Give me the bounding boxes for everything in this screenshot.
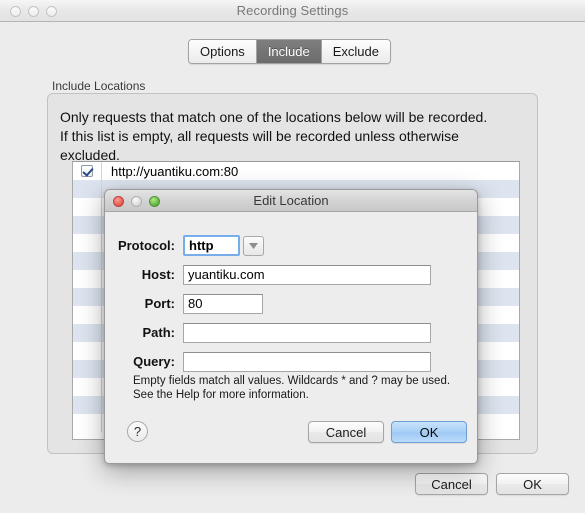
row-checkbox-cell [73, 324, 102, 342]
row-checkbox[interactable] [81, 165, 93, 177]
edit-location-dialog: Edit Location Protocol: http Host: yuant… [104, 189, 478, 464]
row-checkbox-cell[interactable] [73, 162, 102, 180]
protocol-label: Protocol: [117, 238, 175, 253]
row-checkbox-cell [73, 180, 102, 198]
port-row: Port: 80 [105, 293, 263, 314]
window-titlebar: Recording Settings [0, 0, 585, 22]
host-row: Host: yuantiku.com [105, 264, 431, 285]
query-input[interactable] [183, 351, 431, 372]
window-title: Recording Settings [236, 3, 349, 18]
include-description-line-2: If this list is empty, all requests will… [60, 128, 459, 144]
chevron-down-icon[interactable] [243, 235, 264, 256]
dialog-cancel-button[interactable]: Cancel [308, 421, 384, 443]
dialog-hint-line-1: Empty fields match all values. Wildcards… [133, 375, 451, 387]
path-label: Path: [142, 325, 176, 340]
port-label: Port: [144, 296, 175, 311]
dialog-hint: Empty fields match all values. Wildcards… [133, 374, 450, 402]
row-checkbox-cell [73, 216, 102, 234]
row-checkbox-cell [73, 378, 102, 396]
protocol-combobox[interactable]: http [183, 235, 264, 256]
query-label: Query: [133, 354, 175, 369]
row-checkbox-cell [73, 306, 102, 324]
include-description-line-1: Only requests that match one of the loca… [60, 109, 488, 125]
settings-tabbar: Options Include Exclude [188, 39, 391, 64]
host-label: Host: [141, 267, 175, 282]
row-checkbox-cell [73, 396, 102, 414]
protocol-input[interactable]: http [183, 235, 240, 256]
row-checkbox-cell [73, 252, 102, 270]
dialog-titlebar: Edit Location [105, 190, 477, 212]
row-checkbox-cell [73, 360, 102, 378]
tab-include[interactable]: Include [256, 40, 322, 63]
protocol-row: Protocol: http [105, 235, 264, 256]
include-description: Only requests that match one of the loca… [60, 108, 530, 165]
dialog-ok-button[interactable]: OK [391, 421, 467, 443]
row-checkbox-cell [73, 288, 102, 306]
recording-settings-window: Recording Settings Options Include Exclu… [0, 0, 585, 513]
host-input[interactable]: yuantiku.com [183, 264, 431, 285]
port-input[interactable]: 80 [183, 293, 263, 314]
row-checkbox-cell [73, 198, 102, 216]
row-checkbox-cell [73, 414, 102, 432]
cancel-button[interactable]: Cancel [415, 473, 488, 495]
query-row: Query: [105, 351, 431, 372]
row-location-label: http://yuantiku.com:80 [111, 163, 239, 179]
tab-exclude[interactable]: Exclude [321, 40, 390, 63]
table-row[interactable]: http://yuantiku.com:80 [73, 162, 519, 180]
path-row: Path: [105, 322, 431, 343]
dialog-hint-line-2: See the Help for more information. [133, 389, 309, 401]
tab-options[interactable]: Options [189, 40, 257, 63]
ok-button[interactable]: OK [496, 473, 569, 495]
help-icon[interactable]: ? [127, 421, 148, 442]
row-checkbox-cell [73, 342, 102, 360]
path-input[interactable] [183, 322, 431, 343]
dialog-title: Edit Location [253, 193, 329, 208]
row-checkbox-cell [73, 234, 102, 252]
row-checkbox-cell [73, 270, 102, 288]
include-locations-label: Include Locations [52, 79, 146, 93]
